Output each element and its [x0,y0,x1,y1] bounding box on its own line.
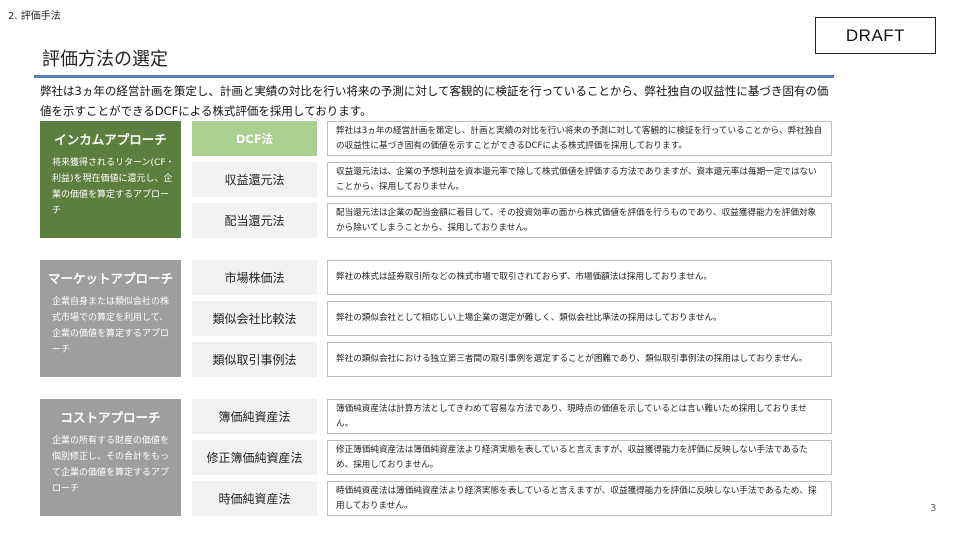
approach-title: コストアプローチ [60,409,161,425]
method-description: 簿価純資産法は計算方法としてきわめて容易な方法であり、現時点の価値を示していると… [327,399,832,434]
method-description: 時価純資産法は簿価純資産法より経済実態を表していると言えますが、収益獲得能力を評… [327,481,832,516]
method-dcf: DCF法 [192,121,317,156]
method-income-capitalization: 収益還元法 [192,162,317,197]
section-label: 2. 評価手法 [8,11,61,22]
page-number: 3 [930,503,937,514]
approach-title: インカムアプローチ [54,131,167,147]
method-description: 弊社の類似会社として相応しい上場企業の選定が難しく、類似会社比準法の採用はしてお… [327,301,832,336]
approach-cost: コストアプローチ 企業の所有する財産の価値を個別修正し、その合計をもって企業の価… [40,399,181,516]
approach-description: 企業自身または類似会社の株式市場での算定を利用して、企業の価値を算定するアプロー… [52,297,170,355]
approach-description: 企業の所有する財産の価値を個別修正し、その合計をもって企業の価値を算定するアプロ… [52,436,170,494]
draft-label: DRAFT [845,25,906,45]
method-description: 弊社は3ヵ年の経営計画を策定し、計画と実績の対比を行い将来の予測に対して客観的に… [327,121,832,156]
method-market-price: 市場株価法 [192,260,317,295]
method-market-value-net-assets: 時価純資産法 [192,481,317,516]
approach-market: マーケットアプローチ 企業自身または類似会社の株式市場での算定を利用して、企業の… [40,260,181,377]
page-title: 評価方法の選定 [42,49,168,70]
method-adjusted-book-value: 修正簿価純資産法 [192,440,317,475]
method-description: 修正簿価純資産法は簿価純資産法より経済実態を表していると言えますが、収益獲得能力… [327,440,832,475]
method-book-value: 簿価純資産法 [192,399,317,434]
method-description: 弊社の類似会社における独立第三者間の取引事例を選定することが困難であり、類似取引… [327,342,832,377]
approach-title: マーケットアプローチ [47,270,173,286]
method-description: 弊社の株式は証券取引所などの株式市場で取引されておらず、市場価額法は採用しており… [327,260,832,295]
title-divider [34,75,834,78]
method-comparable-company: 類似会社比較法 [192,301,317,336]
approach-description: 将来獲得されるリターン(CF・利益)を現在価値に還元し、企業の価値を算定するアプ… [52,158,175,216]
intro-text: 弊社は3ヵ年の経営計画を策定し、計画と実績の対比を行い将来の予測に対して客観的に… [40,84,829,118]
method-description: 収益還元法は、企業の予想利益を資本還元率で除して株式価値を評価する方法であります… [327,162,832,197]
draft-stamp: DRAFT [815,17,936,54]
method-dividend-discount: 配当還元法 [192,203,317,238]
method-description: 配当還元法は企業の配当金額に着目して、その投資効率の面から株式価値を評価を行うも… [327,203,832,238]
method-comparable-transaction: 類似取引事例法 [192,342,317,377]
approach-income: インカムアプローチ 将来獲得されるリターン(CF・利益)を現在価値に還元し、企業… [40,121,181,238]
